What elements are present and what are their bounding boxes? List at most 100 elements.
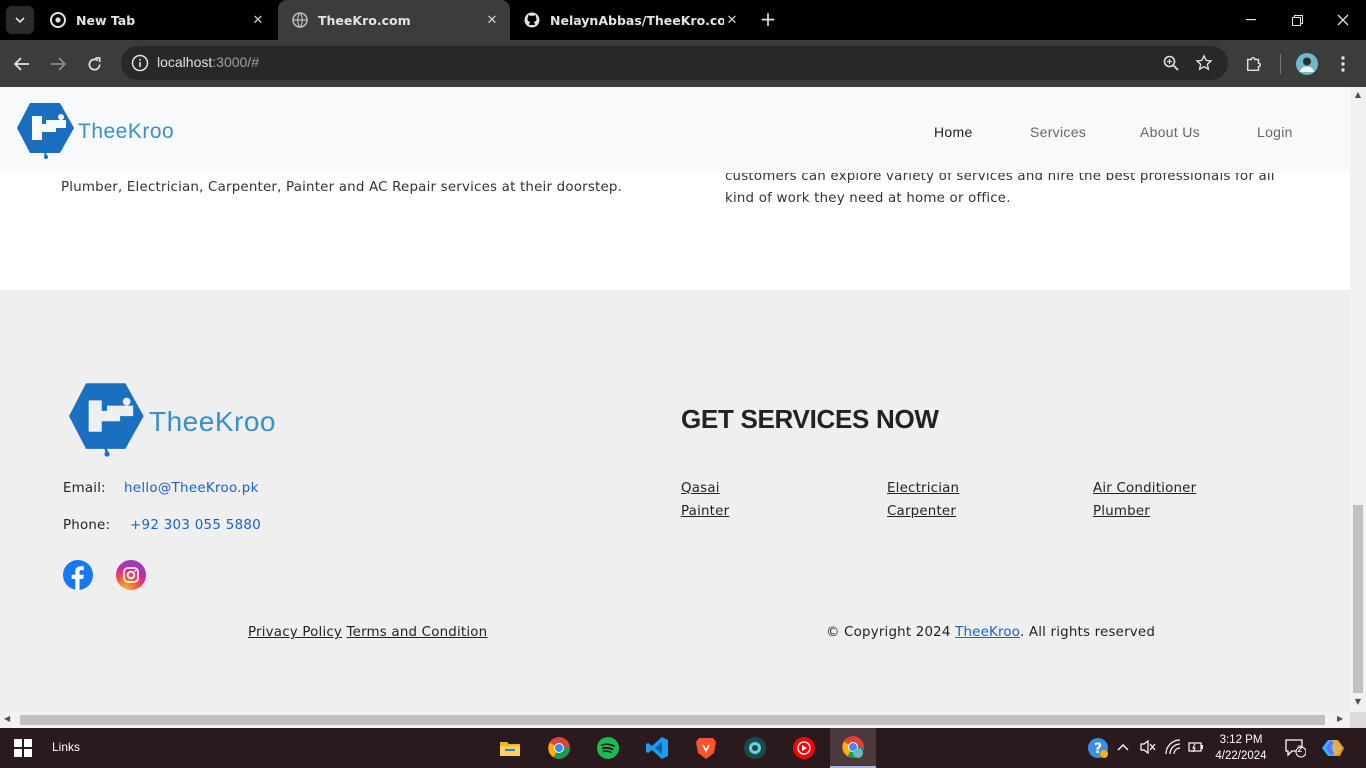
arrow-left-icon [14,57,29,71]
copyright-brand-link[interactable]: TheeKroo [955,625,1020,640]
restore-icon [1291,14,1303,26]
copilot-icon[interactable] [1322,737,1344,763]
tab-search-button[interactable] [6,6,34,34]
tab-github[interactable]: NelaynAbbas/TheeKro.com: Th ✕ [510,0,750,40]
address-bar[interactable]: localhost:3000/# [121,46,1228,80]
email-label: Email: [63,481,106,496]
service-link-plumber[interactable]: Plumber [1093,504,1150,519]
taskbar: Links ? 3:12 PM 4/22/2024 2 [0,728,1366,768]
scroll-down-icon[interactable]: ▼ [1353,697,1363,706]
browser-tab-bar: New Tab ✕ TheeKro.com ✕ NelaynAbbas/Thee… [0,0,1366,40]
avatar [1296,53,1318,75]
chevron-down-icon [15,17,25,23]
vscode-icon[interactable] [642,733,672,763]
service-link-air-conditioner[interactable]: Air Conditioner [1093,481,1196,496]
close-tab-icon[interactable]: ✕ [484,13,500,28]
profile-button[interactable] [1293,50,1321,78]
copyright-text: © Copyright 2024 TheeKroo. All rights re… [826,625,1155,640]
theekroo-logo-icon [69,383,144,457]
nav-home[interactable]: Home [934,124,973,140]
tab-new-tab[interactable]: New Tab ✕ [36,0,276,40]
instagram-icon[interactable] [116,560,146,590]
facebook-icon[interactable] [63,560,93,590]
service-link-electrician[interactable]: Electrician [887,481,959,496]
theekroo-logo-icon [17,103,74,159]
back-button[interactable] [8,50,36,78]
taskbar-clock[interactable]: 3:12 PM 4/22/2024 [1206,732,1276,764]
puzzle-icon [1246,57,1261,72]
reload-button[interactable] [80,50,108,78]
scroll-up-icon[interactable]: ▲ [1353,90,1363,99]
close-icon [1337,14,1349,26]
chrome-taskbar-icon[interactable] [544,733,574,763]
privacy-policy-link[interactable]: Privacy Policy [248,625,342,640]
email-link[interactable]: hello@TheeKroo.pk [124,481,259,496]
phone-link[interactable]: +92 303 055 5880 [130,518,261,533]
zoom-icon[interactable] [1163,55,1179,71]
horizontal-scroll-thumb[interactable] [20,715,1325,725]
logo-text: TheeKroo [78,120,175,143]
windows-start-icon[interactable] [14,739,32,757]
site-navbar: TheeKroo Home Services About Us Login [0,87,1350,173]
vertical-scroll-thumb[interactable] [1353,505,1363,693]
github-icon [524,12,540,28]
brave-icon[interactable] [691,733,721,763]
chrome-active-taskbar-icon[interactable] [830,728,876,768]
help-icon[interactable]: ? [1087,737,1109,763]
scroll-right-icon[interactable]: ▶ [1337,714,1343,723]
spotify-icon[interactable] [593,733,623,763]
scroll-left-icon[interactable]: ◀ [4,714,10,723]
taskbar-links-toolbar[interactable]: Links [52,740,80,754]
tab-title: TheeKro.com [318,12,411,28]
clock-time: 3:12 PM [1219,734,1263,746]
service-link-qasai[interactable]: Qasai [681,481,720,496]
nav-about-us[interactable]: About Us [1140,124,1200,140]
reload-icon [88,56,101,70]
nav-services[interactable]: Services [1030,124,1086,140]
service-link-carpenter[interactable]: Carpenter [887,504,956,519]
file-explorer-icon[interactable] [495,733,525,763]
service-link-painter[interactable]: Painter [681,504,729,519]
nav-logo[interactable]: TheeKroo [16,102,174,160]
menu-button[interactable] [1329,50,1357,78]
about-left-text: Plumber, Electrician, Carpenter, Painter… [61,180,623,195]
legal-links: Privacy Policy Terms and Condition [248,625,487,640]
horizontal-scrollbar[interactable]: ◀ ▶ [0,712,1350,728]
forward-button[interactable] [44,50,72,78]
site-footer: TheeKroo Email: hello@TheeKroo.pk Phone:… [0,290,1350,712]
battery-icon[interactable] [1188,739,1204,759]
show-hidden-icons-chevron-up-icon[interactable] [1117,740,1129,755]
bookmark-star-icon[interactable] [1195,54,1213,72]
new-tab-button[interactable]: + [757,8,779,32]
notification-count: 2 [1297,745,1303,755]
nav-login[interactable]: Login [1257,124,1293,140]
minimize-button[interactable] [1228,0,1274,40]
notifications-icon[interactable]: 2 [1284,738,1307,762]
footer-logo[interactable]: TheeKroo [67,382,276,458]
tab-theekro[interactable]: TheeKro.com ✕ [278,0,510,40]
site-info-icon[interactable] [131,54,149,72]
url-text[interactable]: localhost:3000/# [157,54,259,70]
url-path: :3000/# [212,54,259,70]
page-viewport: Plumber, Electrician, Carpenter, Painter… [0,87,1350,712]
phone-label: Phone: [63,518,111,533]
arrow-right-icon [51,57,66,71]
restore-button[interactable] [1274,0,1320,40]
terms-link[interactable]: Terms and Condition [347,625,488,640]
kebab-menu-icon [1341,56,1345,72]
browser-toolbar: localhost:3000/# [0,40,1366,87]
minimize-icon [1246,19,1256,21]
close-tab-icon[interactable]: ✕ [250,13,266,28]
youtube-music-icon[interactable] [789,733,819,763]
tab-title: New Tab [76,12,136,28]
vertical-scrollbar[interactable]: ▲ ▼ [1350,87,1366,712]
close-window-button[interactable] [1320,0,1366,40]
get-services-heading: GET SERVICES NOW [681,404,939,434]
wifi-icon[interactable] [1165,739,1181,759]
volume-muted-icon[interactable] [1140,739,1156,759]
copyright-suffix: . All rights reserved [1019,625,1156,640]
close-tab-icon[interactable]: ✕ [724,13,740,28]
tor-app-icon[interactable] [740,733,770,763]
extensions-button[interactable] [1240,50,1268,78]
url-host: localhost [157,54,213,70]
